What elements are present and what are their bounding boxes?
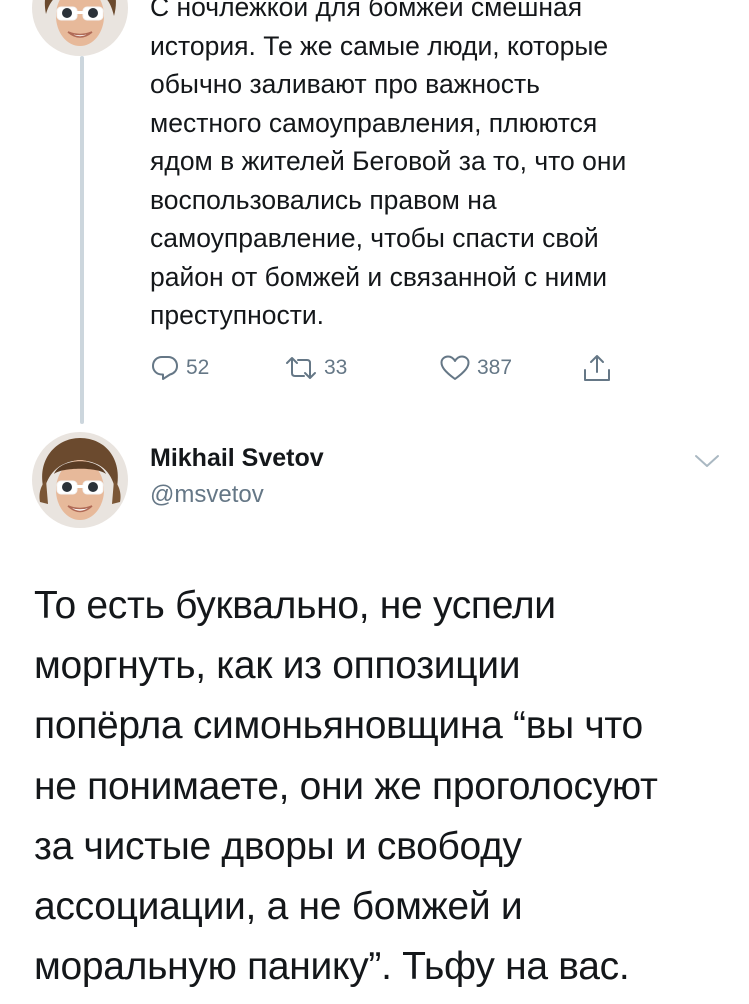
tweet-text-line: моральную панику”. Тьфу на вас.: [34, 945, 630, 989]
previous-tweet-line: обычно заливают про важность: [150, 69, 540, 99]
like-count: 387: [477, 356, 513, 379]
tweet-text: То есть буквально, не успели моргнуть, к…: [34, 576, 724, 997]
share-icon: [584, 355, 610, 381]
reply-icon: [152, 356, 178, 380]
author-handle[interactable]: @msvetov: [150, 481, 264, 509]
tweet-text-line: ассоциации, а не бомжей и: [34, 885, 523, 929]
retweet-button[interactable]: 33: [284, 354, 439, 382]
retweet-icon: [286, 357, 316, 379]
like-button[interactable]: 387: [439, 354, 581, 382]
share-button[interactable]: [581, 353, 613, 383]
tweet-text-line: не понимаете, они же проголосуют: [34, 764, 658, 808]
avatar-photo: [32, 0, 128, 56]
tweet-actions-bar: 52 33 387: [150, 350, 613, 386]
previous-tweet-line: ядом в жителей Беговой за то, что они: [150, 146, 627, 176]
previous-tweet-line: преступности.: [150, 300, 325, 330]
author-avatar[interactable]: [32, 432, 128, 528]
previous-tweet-line: местного самоуправления, плюются: [150, 107, 598, 138]
reply-count: 52: [186, 356, 210, 379]
heart-icon: [440, 355, 470, 380]
tweet-text-line: за чистые дворы и свободу: [34, 824, 522, 868]
tweet-text-line: попёрла симоньяновщина “вы что: [34, 704, 643, 748]
previous-tweet-line: район от бомжей и связанной с ними: [150, 261, 608, 292]
retweet-count: 33: [324, 356, 348, 379]
tweet-menu-button[interactable]: [692, 446, 722, 476]
reply-button[interactable]: 52: [150, 354, 284, 382]
previous-tweet-line: С ночлежкой для бомжей смешная: [150, 0, 583, 22]
tweet-text-line: моргнуть, как из оппозиции: [34, 644, 521, 688]
avatar-photo: [32, 432, 128, 528]
previous-tweet-line: воспользовались правом на: [150, 184, 497, 215]
author-name[interactable]: Mikhail Svetov: [150, 444, 324, 473]
chevron-down-icon: [695, 455, 719, 467]
previous-tweet-line: самоуправление, чтобы спасти свой: [150, 223, 599, 253]
tweet-text-line: То есть буквально, не успели: [34, 584, 556, 627]
previous-tweet-text: С ночлежкой для бомжей смешная история. …: [150, 0, 720, 335]
previous-tweet-avatar[interactable]: [32, 0, 128, 56]
previous-tweet-line: история. Те же самые люди, которые: [150, 30, 609, 61]
thread-connector-line: [80, 56, 84, 424]
